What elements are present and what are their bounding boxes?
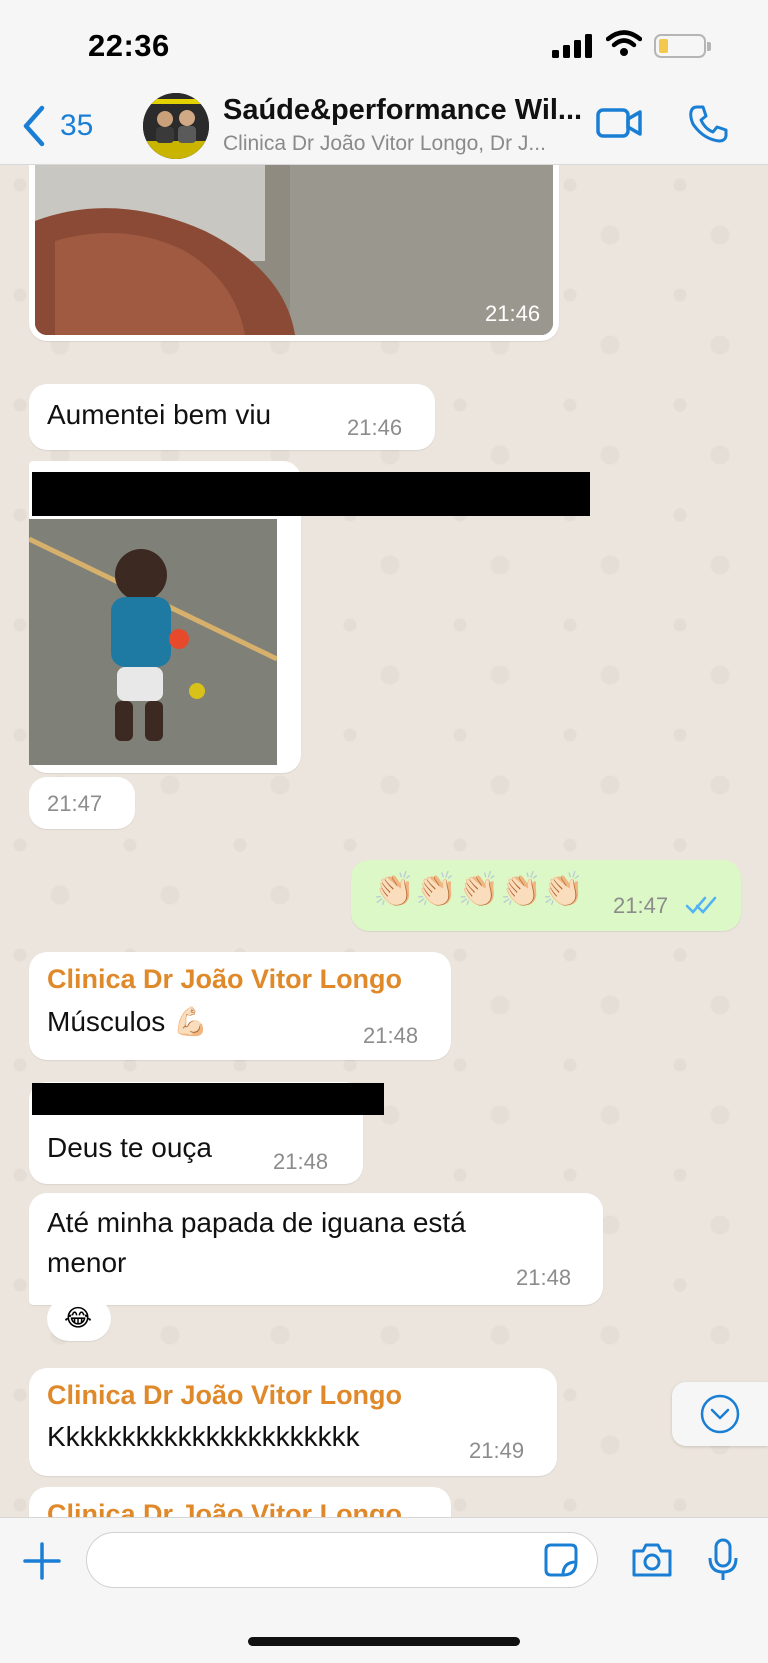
reaction-badge[interactable]: 😂 — [47, 1297, 111, 1341]
message-time: 21:48 — [516, 1265, 572, 1290]
double-check-icon — [685, 896, 717, 914]
sender-name[interactable]: Clinica Dr João Vitor Longo — [47, 1499, 402, 1517]
image-content — [35, 165, 553, 335]
image-time-chip: 21:47 — [29, 777, 135, 829]
chevron-down-icon — [700, 1394, 740, 1434]
message-text: menor — [47, 1247, 127, 1278]
message-text: Kkkkkkkkkkkkkkkkkkkkkk — [47, 1421, 360, 1452]
video-camera-icon[interactable] — [596, 106, 644, 142]
battery-icon — [654, 34, 711, 58]
message-bubble-outgoing[interactable]: 👏🏻👏🏻👏🏻👏🏻👏🏻 21:47 — [351, 860, 741, 931]
image-thumbnail[interactable]: 21:46 — [35, 165, 553, 335]
message-time: 21:48 — [363, 1023, 419, 1048]
chat-area[interactable]: 21:46 Aumentei bem viu 21:46 21:47 👏🏻👏🏻👏… — [0, 165, 768, 1517]
avatar-image — [143, 93, 209, 159]
chat-title[interactable]: Saúde&performance Wil... — [223, 94, 582, 127]
reaction-emoji: 😂 — [64, 1305, 93, 1332]
message-time: 21:47 — [613, 893, 669, 918]
phone-icon[interactable] — [688, 104, 728, 144]
redacted-sender — [32, 472, 590, 516]
scroll-to-bottom-button[interactable] — [672, 1382, 768, 1446]
message-text: Deus te ouça — [47, 1132, 212, 1163]
message-input[interactable] — [86, 1532, 598, 1588]
message-text: Até minha papada de iguana está — [47, 1207, 466, 1238]
sender-name[interactable]: Clinica Dr João Vitor Longo — [47, 1380, 402, 1411]
message-bubble[interactable]: Clinica Dr João Vitor Longo Kkkkkkkkkkkk… — [29, 1368, 557, 1476]
unread-count: 35 — [60, 109, 94, 142]
message-time: 21:48 — [273, 1149, 329, 1174]
camera-icon[interactable] — [630, 1541, 674, 1579]
wifi-icon — [606, 30, 642, 56]
chevron-left-icon — [23, 105, 45, 147]
message-time: 21:49 — [469, 1438, 525, 1463]
message-time: 21:46 — [347, 415, 403, 440]
message-time: 21:47 — [47, 791, 103, 816]
signal-icon — [552, 34, 592, 58]
status-bar: 22:36 — [0, 0, 768, 90]
sender-name[interactable]: Clinica Dr João Vitor Longo — [47, 964, 402, 995]
microphone-icon[interactable] — [706, 1538, 740, 1582]
status-time: 22:36 — [88, 28, 170, 63]
message-text: Aumentei bem viu — [47, 399, 272, 430]
message-bubble[interactable]: Clinica Dr João Vitor Longo Músculos 💪🏻 … — [29, 952, 451, 1060]
image-content — [29, 519, 277, 765]
message-time: 21:46 — [485, 301, 541, 326]
input-bar — [0, 1517, 768, 1663]
plus-icon[interactable] — [22, 1541, 62, 1581]
image-thumbnail[interactable] — [29, 519, 277, 765]
redacted-sender — [32, 1083, 384, 1115]
message-text: 👏🏻👏🏻👏🏻👏🏻👏🏻 — [373, 871, 585, 909]
message-text: Músculos 💪🏻 — [47, 1006, 208, 1037]
home-indicator — [248, 1637, 520, 1646]
chat-header: 35 Saúde&performance Wil... Clinica Dr J… — [0, 90, 768, 165]
message-bubble[interactable]: Clinica Dr João Vitor Longo — [29, 1487, 451, 1517]
group-avatar[interactable] — [143, 93, 209, 159]
sticker-icon[interactable] — [543, 1542, 579, 1578]
message-bubble[interactable]: Até minha papada de iguana está menor 21… — [29, 1193, 603, 1305]
back-button[interactable]: 35 — [20, 102, 93, 150]
message-image-1[interactable]: 21:46 — [29, 165, 559, 341]
message-bubble[interactable]: Aumentei bem viu 21:46 — [29, 384, 435, 450]
chat-participants[interactable]: Clinica Dr João Vitor Longo, Dr J... — [223, 132, 546, 156]
